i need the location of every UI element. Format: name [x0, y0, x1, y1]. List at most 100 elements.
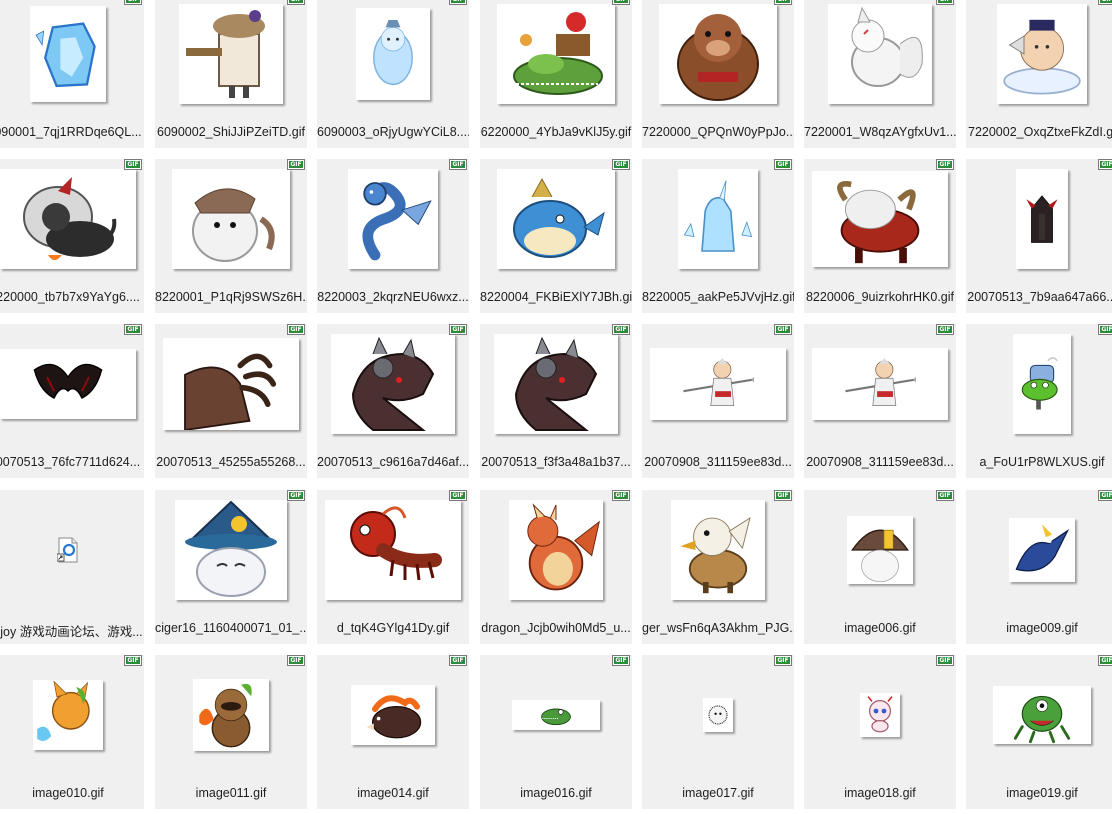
- gif-badge-icon: GIF: [449, 324, 467, 335]
- file-name-label: 20070908_311159ee83d...: [644, 455, 792, 469]
- file-item[interactable]: GIF image009.gif: [966, 490, 1112, 644]
- gif-badge-icon: GIF: [612, 324, 630, 335]
- gif-badge-label: GIF: [1100, 0, 1112, 3]
- file-item[interactable]: GIF ciger16_1160400071_01_...: [155, 490, 307, 644]
- file-name-label: 220000_tb7b7x9YaYg6....: [0, 290, 140, 304]
- gif-badge-label: GIF: [614, 161, 628, 168]
- file-item[interactable]: GIF 20070513_f3f3a48a1b37...: [480, 324, 632, 478]
- file-item[interactable]: GIF 8220004_FKBiEXlY7JBh.gif: [480, 159, 632, 313]
- file-item[interactable]: GIF 7220001_W8qzAYgfxUv1...: [804, 0, 956, 148]
- file-item[interactable]: GIF 6220000_4YbJa9vKlJ5y.gif: [480, 0, 632, 148]
- file-item[interactable]: gjoy 游戏动画论坛、游戏...: [0, 490, 144, 644]
- file-item[interactable]: GIF 20070513_7b9aa647a66...: [966, 159, 1112, 313]
- tiny-creature-thumbnail-icon: [860, 693, 900, 737]
- gif-badge-label: GIF: [126, 0, 140, 3]
- gif-badge-label: GIF: [451, 657, 465, 664]
- gif-badge-label: GIF: [1100, 161, 1112, 168]
- file-name-label: image014.gif: [357, 786, 429, 800]
- file-item[interactable]: GIF image014.gif: [317, 655, 469, 809]
- file-item[interactable]: GIF ger_wsFn6qA3Akhm_PJG...: [642, 490, 794, 644]
- file-item[interactable]: GIF 20070513_45255a55268...: [155, 324, 307, 478]
- file-item[interactable]: GIF image017.gif: [642, 655, 794, 809]
- file-item[interactable]: GIF 8220001_P1qRj9SWSz6H...: [155, 159, 307, 313]
- gif-badge-icon: GIF: [1098, 655, 1112, 666]
- file-item[interactable]: GIF 6090002_ShiJJiPZeiTD.gif: [155, 0, 307, 148]
- file-item[interactable]: GIF image019.gif: [966, 655, 1112, 809]
- file-item[interactable]: GIF d_tqK4GYlg41Dy.gif: [317, 490, 469, 644]
- gif-badge-icon: GIF: [1098, 159, 1112, 170]
- file-name-label: 7220001_W8qzAYgfxUv1...: [804, 125, 956, 139]
- file-item[interactable]: GIF 20070908_311159ee83d...: [804, 324, 956, 478]
- gif-badge-icon: GIF: [124, 159, 142, 170]
- spear-warrior-thumbnail-icon: [812, 348, 948, 420]
- file-item[interactable]: GIF image006.gif: [804, 490, 956, 644]
- file-name-label: 8220005_aakPe5JVvjHz.gif: [642, 290, 794, 304]
- wizard-ghost-thumbnail-icon: [175, 500, 287, 600]
- gif-badge-icon: GIF: [936, 159, 954, 170]
- puffball-thumbnail-icon: [703, 698, 733, 732]
- gif-badge-icon: GIF: [612, 655, 630, 666]
- ice-unicorn-thumbnail-icon: [678, 169, 758, 269]
- file-item[interactable]: GIF 0070513_76fc7711d624...: [0, 324, 144, 478]
- file-item[interactable]: GIF 220000_tb7b7x9YaYg6....: [0, 159, 144, 313]
- black-lion-thumbnail-icon: [0, 169, 136, 269]
- gif-badge-label: GIF: [289, 492, 303, 499]
- file-item[interactable]: GIF 090001_7qj1RRDqe6QL...: [0, 0, 144, 148]
- gif-badge-label: GIF: [451, 492, 465, 499]
- file-name-label: image011.gif: [195, 786, 267, 800]
- file-name-label: 8220001_P1qRj9SWSz6H...: [155, 290, 307, 304]
- file-name-label: 6090002_ShiJJiPZeiTD.gif: [157, 125, 305, 139]
- file-name-label: 8220006_9uizrkohrHK0.gif: [805, 290, 955, 304]
- boar-thumbnail-icon: [351, 685, 435, 745]
- gif-badge-label: GIF: [126, 161, 140, 168]
- blue-bird-thumbnail-icon: [1009, 518, 1075, 582]
- file-item[interactable]: GIF 8220006_9uizrkohrHK0.gif: [804, 159, 956, 313]
- file-item[interactable]: GIF image011.gif: [155, 655, 307, 809]
- file-name-label: image017.gif: [682, 786, 754, 800]
- file-item[interactable]: GIF dragon_Jcjb0wih0Md5_u...: [480, 490, 632, 644]
- file-name-label: image018.gif: [844, 786, 916, 800]
- file-name-label: 7220000_QPQnW0yPpJo...: [642, 125, 794, 139]
- gif-badge-label: GIF: [289, 0, 303, 3]
- gif-badge-icon: GIF: [612, 0, 630, 5]
- gif-badge-icon: GIF: [774, 655, 792, 666]
- gif-badge-label: GIF: [614, 326, 628, 333]
- file-name-label: 6220000_4YbJa9vKlJ5y.gif: [480, 125, 632, 139]
- file-item[interactable]: GIF image018.gif: [804, 655, 956, 809]
- gif-badge-label: GIF: [614, 657, 628, 664]
- file-name-label: 0070513_76fc7711d624...: [0, 455, 141, 469]
- file-thumbnail-grid: GIF 090001_7qj1RRDqe6QL... GIF 6090002_ShiJ…: [0, 0, 1112, 814]
- file-item[interactable]: GIF image010.gif: [0, 655, 144, 809]
- gif-badge-icon: GIF: [936, 655, 954, 666]
- file-item[interactable]: GIF 7220000_QPQnW0yPpJo...: [642, 0, 794, 148]
- gif-badge-icon: GIF: [774, 159, 792, 170]
- file-item[interactable]: GIF 20070908_311159ee83d...: [642, 324, 794, 478]
- file-item[interactable]: GIF a_FoU1rP8WLXUS.gif: [966, 324, 1112, 478]
- file-name-label: 090001_7qj1RRDqe6QL...: [0, 125, 142, 139]
- file-item[interactable]: GIF 20070513_c9616a7d46af...: [317, 324, 469, 478]
- bear-thumbnail-icon: [659, 4, 777, 104]
- gif-badge-label: GIF: [1100, 326, 1112, 333]
- file-item[interactable]: GIF 8220003_2kqrzNEU6wxz...: [317, 159, 469, 313]
- frog-robot-thumbnail-icon: [1013, 334, 1071, 434]
- file-item[interactable]: GIF 7220002_OxqZtxeFkZdI.gi: [966, 0, 1112, 148]
- crocodile-thumbnail-icon: [497, 4, 615, 104]
- file-name-label: image006.gif: [844, 621, 916, 635]
- blue-dragon-thumbnail-icon: [348, 169, 438, 269]
- gif-badge-icon: GIF: [124, 655, 142, 666]
- gif-badge-icon: GIF: [449, 655, 467, 666]
- file-item[interactable]: GIF 6090003_oRjyUgwYCiL8....: [317, 0, 469, 148]
- gif-badge-icon: GIF: [124, 0, 142, 5]
- gif-badge-icon: GIF: [612, 490, 630, 501]
- nine-tail-fox-thumbnail-icon: [828, 4, 932, 104]
- gif-badge-label: GIF: [938, 0, 952, 3]
- file-name-label: 8220004_FKBiEXlY7JBh.gif: [480, 290, 632, 304]
- gif-badge-icon: GIF: [1098, 0, 1112, 5]
- file-item[interactable]: GIF 8220005_aakPe5JVvjHz.gif: [642, 159, 794, 313]
- ice-golem-thumbnail-icon: [30, 6, 106, 102]
- gif-badge-icon: GIF: [1098, 324, 1112, 335]
- gif-badge-label: GIF: [614, 492, 628, 499]
- file-item[interactable]: GIF image016.gif: [480, 655, 632, 809]
- gif-badge-label: GIF: [938, 161, 952, 168]
- file-name-label: 20070513_45255a55268...: [156, 455, 306, 469]
